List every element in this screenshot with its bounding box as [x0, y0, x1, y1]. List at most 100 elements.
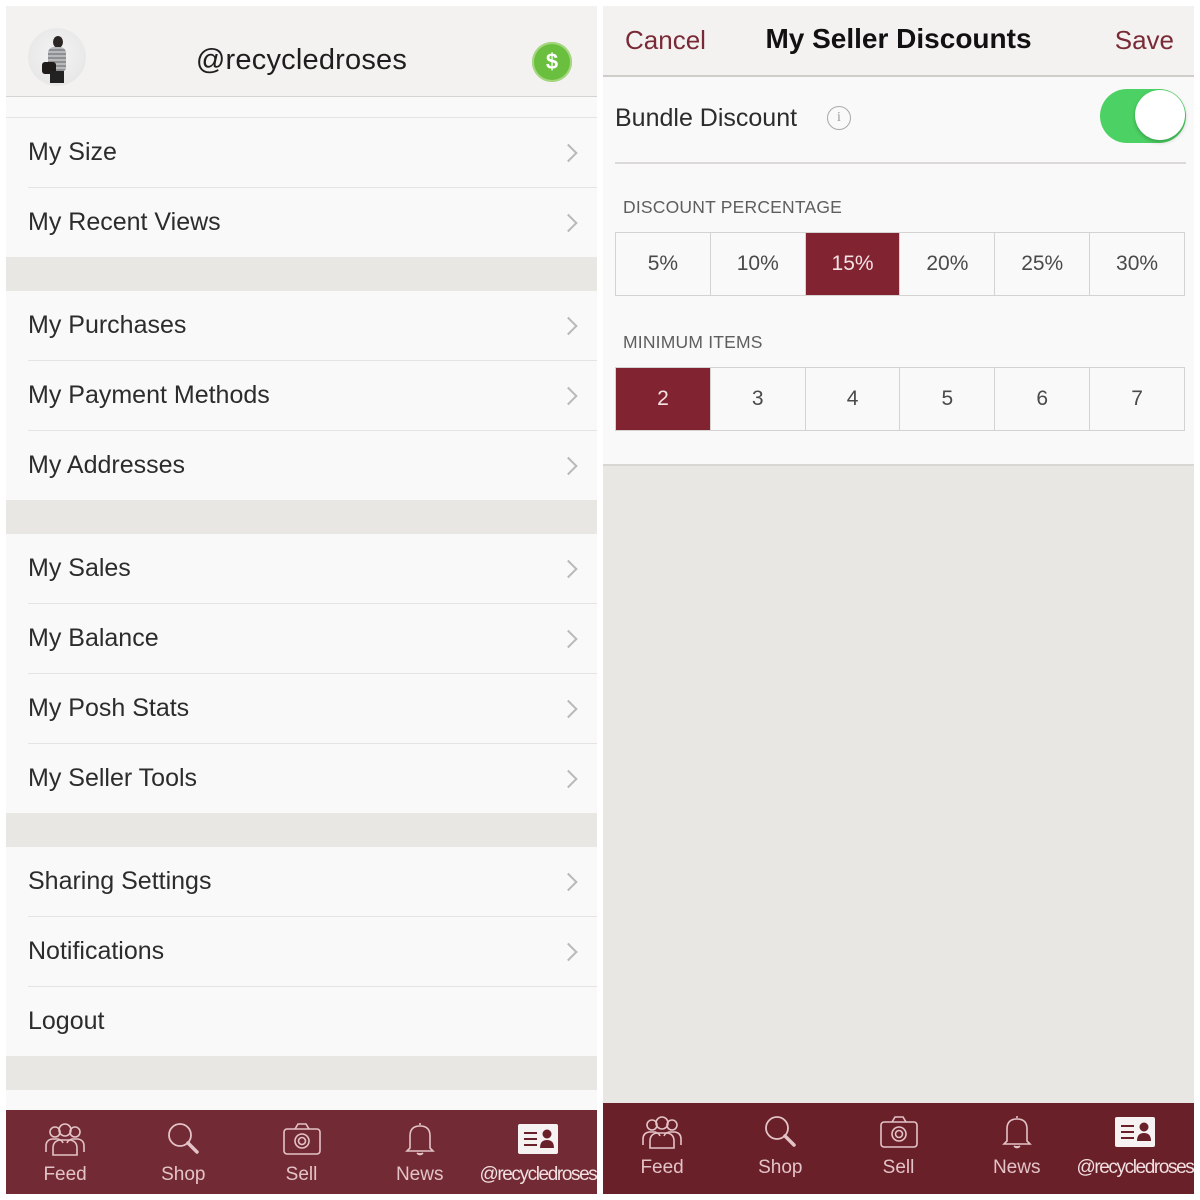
search-icon — [765, 1116, 797, 1147]
tab-news[interactable]: News — [958, 1103, 1076, 1194]
profile-card-icon — [517, 1124, 558, 1154]
profile-card-icon — [1114, 1117, 1155, 1147]
page-title: My Seller Discounts — [765, 23, 1032, 54]
bundle-discount-toggle[interactable] — [1100, 89, 1186, 143]
tab-label: Feed — [43, 1164, 87, 1185]
tab-profile[interactable]: @recycledroses — [1076, 1103, 1194, 1194]
menu-group-profile: My Size My Recent Views — [6, 118, 597, 257]
bottom-tab-bar: Feed Shop Sell News @recycledroses — [6, 1110, 597, 1194]
menu-item-label: Sharing Settings — [28, 867, 212, 895]
menu-item-label: Logout — [28, 1007, 105, 1035]
info-icon[interactable]: i — [827, 106, 851, 130]
menu-item-label: My Sales — [28, 554, 131, 582]
minimum-items-option[interactable]: 5 — [899, 368, 994, 430]
menu-item-label: My Size — [28, 138, 117, 166]
discount-option[interactable]: 20% — [899, 233, 994, 295]
bottom-tab-bar: Feed Shop Sell News @recycledroses — [603, 1103, 1194, 1194]
tab-label: Sell — [285, 1164, 318, 1185]
camera-icon — [282, 1123, 321, 1155]
camera-icon — [879, 1116, 918, 1148]
menu-item-my-sales[interactable]: My Sales — [28, 534, 597, 603]
menu-group-selling: My Sales My Balance My Posh Stats My Sel… — [6, 534, 597, 813]
tab-label: @recycledroses — [1076, 1157, 1194, 1178]
menu-list: My Size My Recent Views My Purchases My … — [6, 97, 597, 1130]
menu-item-my-posh-stats[interactable]: My Posh Stats — [28, 673, 597, 743]
tab-label: @recycledroses — [479, 1164, 597, 1185]
chevron-right-icon — [559, 386, 578, 405]
menu-item-label: My Balance — [28, 624, 159, 652]
tab-label: News — [992, 1157, 1041, 1178]
discount-percentage-label: DISCOUNT PERCENTAGE — [623, 197, 843, 217]
bell-icon — [1001, 1116, 1032, 1149]
menu-item-notifications[interactable]: Notifications — [28, 916, 597, 986]
tab-shop[interactable]: Shop — [124, 1110, 242, 1194]
tab-shop[interactable]: Shop — [721, 1103, 839, 1194]
menu-item-logout[interactable]: Logout — [28, 986, 597, 1056]
discount-option[interactable]: 5% — [616, 233, 710, 295]
menu-item-my-balance[interactable]: My Balance — [28, 603, 597, 673]
tab-label: Shop — [758, 1157, 803, 1178]
feed-icon — [642, 1116, 682, 1149]
minimum-items-label: MINIMUM ITEMS — [623, 332, 763, 352]
menu-item-label: My Addresses — [28, 451, 186, 479]
profile-username: @recycledroses — [195, 44, 408, 76]
section-divider — [6, 500, 597, 534]
section-divider — [6, 257, 597, 291]
minimum-items-option[interactable]: 7 — [1089, 368, 1184, 430]
bell-icon — [404, 1123, 435, 1156]
menu-item-my-recent-views[interactable]: My Recent Views — [28, 187, 597, 257]
chevron-right-icon — [559, 872, 578, 891]
nav-header: Cancel My Seller Discounts Save — [603, 6, 1194, 77]
chevron-right-icon — [559, 213, 578, 232]
discount-option[interactable]: 30% — [1089, 233, 1184, 295]
tab-label: Shop — [161, 1164, 206, 1185]
chevron-right-icon — [559, 559, 578, 578]
menu-item-my-seller-tools[interactable]: My Seller Tools — [28, 743, 597, 813]
discount-settings: Bundle Discount i DISCOUNT PERCENTAGE 5%… — [603, 77, 1194, 466]
menu-item-label: My Posh Stats — [28, 694, 190, 722]
minimum-items-selector: 2 3 4 5 6 7 — [615, 367, 1185, 431]
menu-item-my-addresses[interactable]: My Addresses — [28, 430, 597, 500]
minimum-items-option[interactable]: 6 — [994, 368, 1089, 430]
bundle-discount-label: Bundle Discount — [615, 104, 798, 132]
chevron-right-icon — [559, 769, 578, 788]
menu-item-label: My Purchases — [28, 311, 187, 339]
dollar-icon[interactable]: $ — [532, 42, 572, 82]
menu-top-spacer — [6, 97, 597, 118]
chevron-right-icon — [559, 316, 578, 335]
chevron-right-icon — [559, 942, 578, 961]
tab-sell[interactable]: Sell — [242, 1110, 360, 1194]
minimum-items-option[interactable]: 4 — [804, 368, 900, 430]
menu-group-buying: My Purchases My Payment Methods My Addre… — [6, 291, 597, 500]
menu-item-label: My Recent Views — [28, 208, 221, 236]
save-button[interactable]: Save — [1115, 25, 1174, 56]
discount-option[interactable]: 25% — [994, 233, 1089, 295]
section-divider — [6, 813, 597, 847]
discount-percentage-selector: 5% 10% 15% 20% 25% 30% — [615, 232, 1185, 296]
menu-group-settings: Sharing Settings Notifications Logout — [6, 847, 597, 1056]
tab-label: Feed — [640, 1157, 684, 1178]
menu-item-label: My Payment Methods — [28, 381, 270, 409]
discount-option[interactable]: 10% — [709, 233, 805, 295]
tab-sell[interactable]: Sell — [839, 1103, 957, 1194]
tab-label: Sell — [882, 1157, 915, 1178]
profile-header: @recycledroses $ — [6, 6, 597, 97]
menu-item-my-size[interactable]: My Size — [28, 118, 597, 187]
feed-icon — [45, 1123, 85, 1156]
menu-item-my-payment-methods[interactable]: My Payment Methods — [28, 360, 597, 430]
bundle-discount-row: Bundle Discount i — [615, 77, 1186, 164]
account-menu-screen: @recycledroses $ My Size My Recent Views… — [6, 6, 597, 1194]
menu-item-my-purchases[interactable]: My Purchases — [28, 291, 597, 360]
chevron-right-icon — [559, 143, 578, 162]
menu-item-label: Notifications — [28, 937, 165, 965]
tab-profile[interactable]: @recycledroses — [479, 1110, 597, 1194]
tab-news[interactable]: News — [361, 1110, 479, 1194]
minimum-items-option[interactable]: 2 — [616, 368, 710, 430]
chevron-right-icon — [559, 629, 578, 648]
tab-feed[interactable]: Feed — [6, 1110, 124, 1194]
section-divider — [6, 1056, 597, 1090]
menu-item-sharing-settings[interactable]: Sharing Settings — [28, 847, 597, 916]
discount-option[interactable]: 15% — [804, 233, 900, 295]
minimum-items-option[interactable]: 3 — [709, 368, 805, 430]
tab-feed[interactable]: Feed — [603, 1103, 721, 1194]
